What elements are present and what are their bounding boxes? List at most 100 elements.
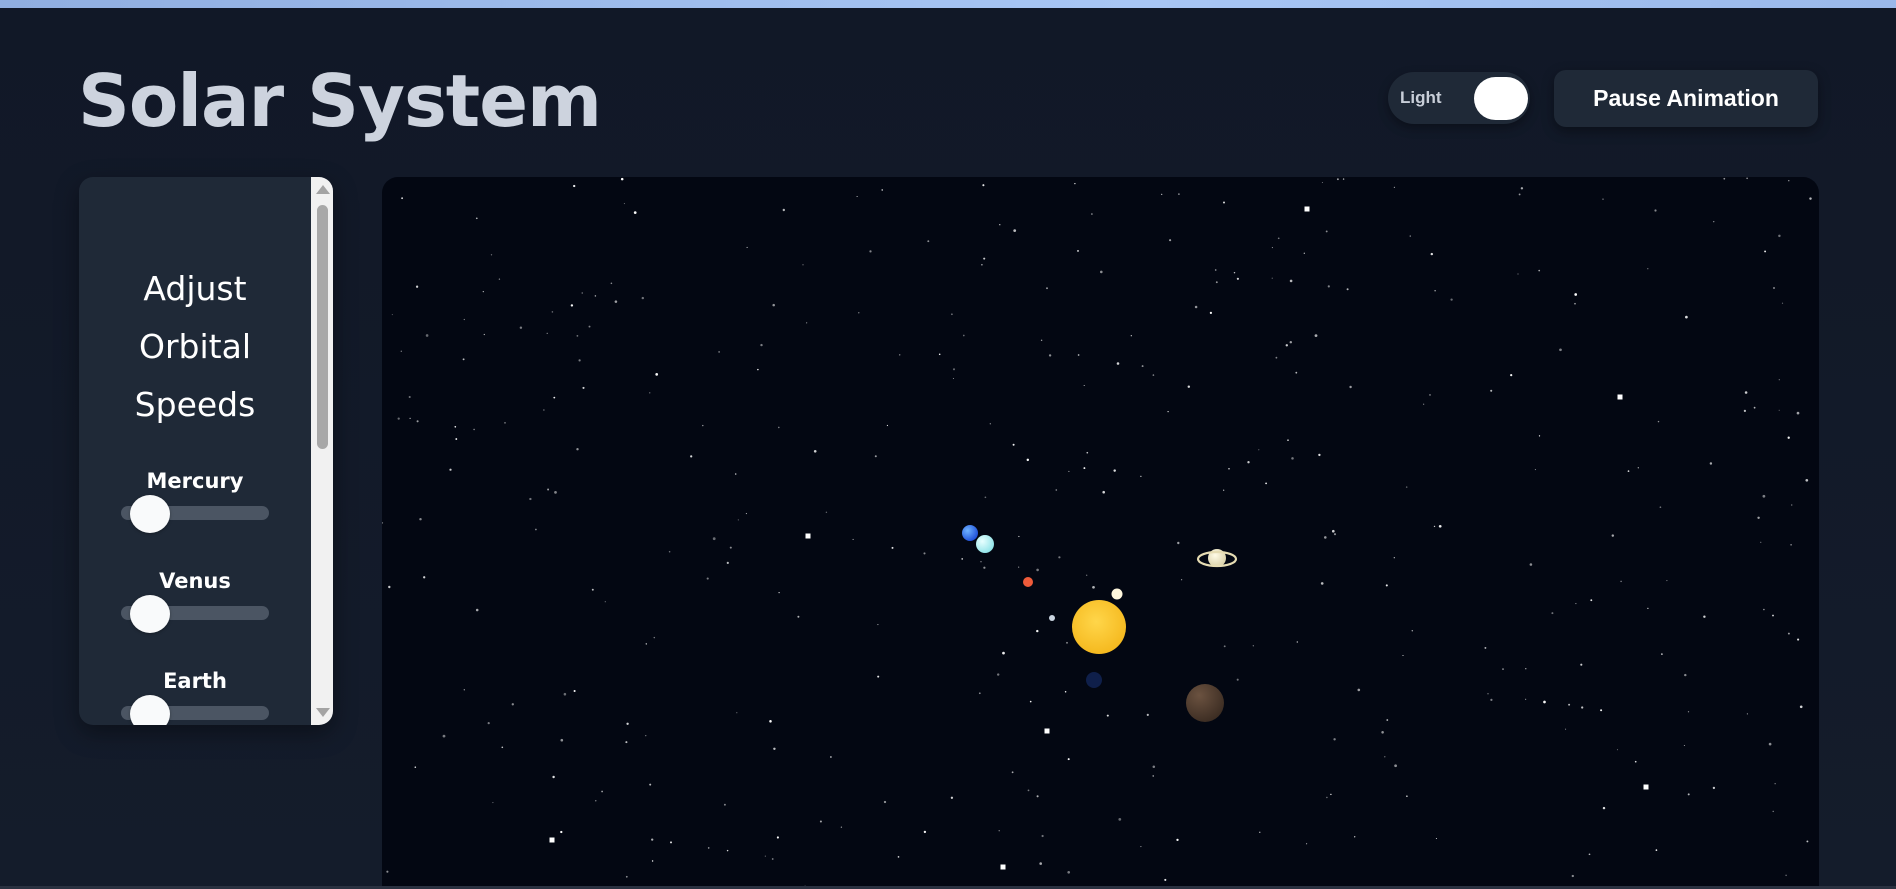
mercury-control: Mercury	[79, 469, 311, 549]
sun	[1072, 600, 1126, 654]
star	[723, 803, 726, 806]
star	[1349, 385, 1352, 389]
star	[1027, 789, 1030, 792]
star	[1581, 706, 1584, 709]
star	[1036, 795, 1039, 798]
star	[1026, 458, 1030, 462]
star	[1083, 467, 1086, 470]
star	[1588, 853, 1591, 856]
star	[712, 537, 716, 541]
star	[463, 689, 465, 691]
star	[415, 285, 419, 288]
star	[1602, 806, 1606, 810]
star	[1805, 478, 1809, 482]
star	[1233, 271, 1236, 274]
star	[1178, 193, 1180, 195]
star	[1068, 470, 1070, 472]
star	[984, 496, 987, 499]
star	[588, 325, 591, 328]
triangle-up-icon[interactable]	[316, 185, 330, 194]
star	[1809, 197, 1812, 200]
star	[1277, 237, 1280, 240]
star	[419, 517, 422, 521]
solar-system-canvas[interactable]	[382, 177, 1819, 887]
star	[1781, 302, 1784, 304]
solar-system-scene	[382, 177, 1812, 887]
earth-speed-slider[interactable]	[130, 695, 170, 725]
star	[1140, 846, 1142, 848]
star	[423, 576, 426, 579]
star	[1223, 201, 1225, 204]
star	[1790, 543, 1792, 546]
star	[1799, 705, 1803, 709]
theme-toggle-label: Light	[1400, 88, 1442, 107]
star	[806, 322, 808, 324]
star	[1067, 758, 1070, 761]
star	[702, 424, 704, 427]
star	[483, 333, 485, 336]
star	[1760, 541, 1762, 543]
star	[408, 395, 411, 399]
star	[552, 775, 555, 779]
star	[1438, 524, 1442, 528]
star	[1012, 443, 1015, 446]
star	[400, 350, 402, 352]
star	[858, 312, 860, 314]
star	[1713, 221, 1715, 223]
speed-control-panel: Adjust Orbital Speeds Mercury Venus Earth	[79, 177, 333, 725]
star	[529, 497, 532, 501]
earth-planet	[962, 525, 978, 541]
star	[1565, 728, 1567, 730]
star	[1354, 836, 1356, 838]
star	[1659, 506, 1662, 509]
theme-toggle[interactable]: Light	[1388, 72, 1530, 124]
star	[1785, 874, 1787, 877]
star	[1510, 374, 1513, 377]
star	[1590, 599, 1593, 602]
mercury-speed-slider[interactable]	[130, 495, 170, 533]
star	[1106, 714, 1109, 717]
star	[487, 722, 490, 725]
triangle-down-icon[interactable]	[316, 708, 330, 717]
star	[1086, 574, 1088, 576]
star	[475, 608, 479, 612]
star	[1429, 394, 1431, 396]
star	[1772, 614, 1774, 617]
star	[1048, 354, 1052, 357]
star	[1602, 198, 1604, 200]
pause-animation-button[interactable]: Pause Animation	[1554, 70, 1818, 127]
star	[1169, 239, 1172, 242]
star	[1152, 765, 1156, 769]
star	[1768, 742, 1772, 746]
star	[1381, 731, 1384, 734]
star	[897, 856, 900, 858]
uranus-planet	[976, 535, 994, 553]
star	[409, 417, 411, 420]
star	[1757, 516, 1760, 520]
scrollbar-thumb[interactable]	[317, 205, 328, 449]
star	[1091, 213, 1093, 215]
star	[604, 601, 606, 603]
panel-scrollbar[interactable]	[311, 177, 333, 725]
star	[442, 734, 446, 738]
bright-star	[549, 837, 555, 843]
star	[1113, 469, 1116, 472]
panel-heading: Adjust Orbital Speeds	[134, 269, 256, 424]
star	[601, 790, 603, 793]
star	[1746, 713, 1748, 715]
star	[1271, 277, 1273, 279]
star	[1152, 374, 1155, 376]
venus-speed-slider[interactable]	[130, 595, 170, 633]
star	[745, 513, 747, 515]
star	[690, 455, 693, 458]
star	[651, 860, 654, 862]
star	[1743, 409, 1747, 413]
earth-label: Earth	[163, 669, 227, 693]
star	[576, 447, 579, 451]
speed-control-content[interactable]: Adjust Orbital Speeds Mercury Venus Earth	[79, 177, 311, 725]
star	[1077, 249, 1079, 252]
star	[591, 588, 594, 591]
star	[1525, 698, 1527, 700]
star	[1236, 277, 1240, 280]
star	[1067, 870, 1071, 874]
